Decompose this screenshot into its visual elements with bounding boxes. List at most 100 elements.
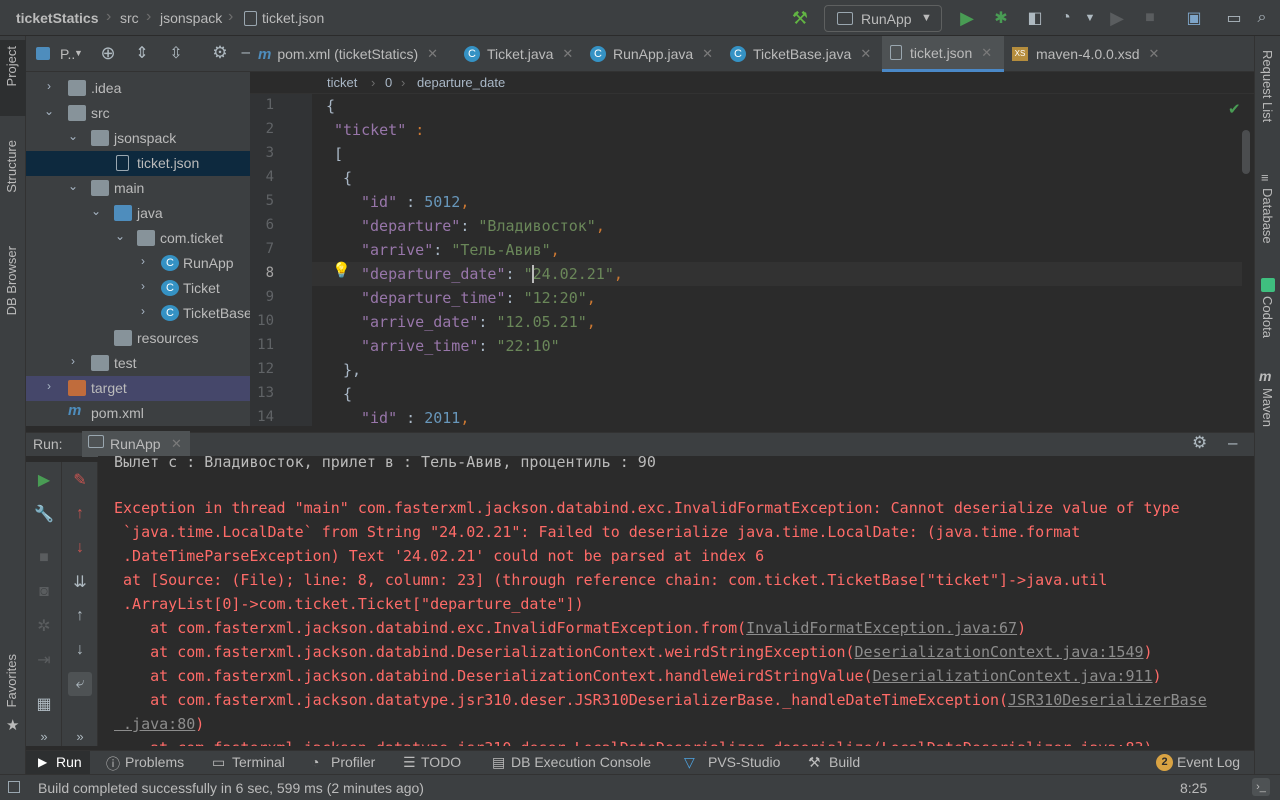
chevron-down-icon[interactable]: ⌄ (113, 229, 127, 243)
stack-link[interactable]: InvalidFormatException.java:67 (746, 619, 1017, 637)
tool-db-console[interactable]: DB Execution Console (511, 754, 651, 770)
more-icon[interactable]: » (32, 724, 56, 748)
tool-terminal[interactable]: Terminal (232, 754, 285, 770)
chevron-right-icon[interactable]: › (136, 279, 150, 293)
clear-output-icon[interactable]: ✎ (68, 468, 92, 492)
tree-item-idea[interactable]: › .idea (26, 76, 250, 101)
tool-run[interactable]: Run (56, 754, 82, 770)
close-icon[interactable]: ✕ (702, 46, 713, 62)
gear-icon[interactable]: ⚙ (1192, 433, 1207, 453)
breadcrumb-departure-date[interactable]: departure_date (417, 75, 505, 90)
tool-database[interactable]: Database (1260, 188, 1275, 244)
run-configuration-selector[interactable]: RunApp ▼ (824, 5, 942, 32)
chevron-down-icon[interactable]: ⌄ (66, 129, 80, 143)
tree-item-runapp[interactable]: › C RunApp (26, 251, 250, 276)
tab-runapp-java[interactable]: C RunApp.java ✕ (582, 36, 722, 72)
code-editor[interactable]: { "ticket" : [ { "id" : 5012, "departure… (312, 94, 1242, 426)
console-output[interactable]: Вылет с : Владивосток, прилет в : Тель-А… (98, 456, 1254, 746)
hammer-icon[interactable]: ⚒ (788, 6, 812, 30)
editor-scrollbar[interactable] (1242, 130, 1250, 174)
tool-profiler[interactable]: Profiler (331, 754, 375, 770)
close-icon[interactable]: ✕ (1149, 46, 1160, 62)
tool-maven[interactable]: Maven (1260, 388, 1275, 427)
previous-error-icon[interactable]: ↑ (68, 502, 92, 526)
collapse-all-icon[interactable]: ⇳ (164, 41, 188, 65)
tool-todo[interactable]: TODO (421, 754, 461, 770)
tree-item-com-ticket[interactable]: ⌄ com.ticket (26, 226, 250, 251)
caret-position[interactable]: 8:25 (1180, 780, 1207, 796)
tree-item-ticketbase[interactable]: › C TicketBase (26, 301, 252, 326)
stack-link[interactable]: .java:80 (114, 715, 195, 733)
tool-structure[interactable]: Structure (4, 140, 19, 193)
stack-link[interactable]: JSR310DeserializerBase (1008, 691, 1207, 709)
tool-db-browser[interactable]: DB Browser (4, 246, 19, 315)
tab-ticket-java[interactable]: C Ticket.java ✕ (456, 36, 582, 72)
nav-project[interactable]: ticketStatics (16, 10, 98, 26)
tree-item-ticket-json[interactable]: ticket.json (26, 151, 250, 176)
expand-all-icon[interactable]: ⇕ (130, 41, 154, 65)
tree-item-pom[interactable]: m pom.xml (26, 401, 250, 426)
tree-item-java[interactable]: ⌄ java (26, 201, 250, 226)
profile-icon[interactable]: ◔ (1054, 6, 1078, 30)
tree-item-main[interactable]: ⌄ main (26, 176, 250, 201)
more-icon[interactable]: » (68, 724, 92, 748)
close-icon[interactable]: ✕ (171, 436, 182, 452)
more-run-options-icon[interactable]: ▼ (1078, 6, 1102, 30)
tab-pom-xml[interactable]: m pom.xml (ticketStatics) ✕ (250, 36, 456, 72)
rerun-icon[interactable]: ▶ (32, 468, 56, 492)
debug-icon[interactable]: ✱ (989, 6, 1013, 30)
breadcrumb-ticket[interactable]: ticket (327, 75, 357, 90)
chevron-right-icon[interactable]: › (136, 304, 150, 318)
tree-item-jsonspack[interactable]: ⌄ jsonspack (26, 126, 250, 151)
nav-crumb-jsonspack[interactable]: jsonspack (160, 10, 222, 26)
tool-event-log[interactable]: Event Log (1177, 754, 1240, 770)
nav-crumb-file[interactable]: ticket.json (262, 10, 324, 26)
minimize-icon[interactable]: – (1228, 433, 1237, 453)
tool-build[interactable]: Build (829, 754, 860, 770)
chevron-right-icon[interactable]: › (66, 354, 80, 368)
search-icon[interactable]: ⌕ (1250, 6, 1274, 30)
tool-project[interactable]: Project (4, 46, 19, 86)
terminal-icon[interactable]: ›_ (1252, 778, 1270, 796)
tree-item-target[interactable]: › target (26, 376, 250, 401)
scroll-to-end-icon[interactable]: ⇊ (68, 570, 92, 594)
tab-ticket-json[interactable]: ticket.json ✕ (882, 36, 1004, 72)
run-icon[interactable]: ▶ (955, 6, 979, 30)
terminal-window-icon[interactable]: ▭ (1222, 6, 1246, 30)
project-structure-icon[interactable]: ▣ (1182, 6, 1206, 30)
stack-link[interactable]: DeserializationContext.java:1549 (855, 643, 1144, 661)
close-icon[interactable]: ✕ (860, 46, 871, 62)
gear-icon[interactable]: ⚙ (208, 41, 232, 65)
tool-pvs-studio[interactable]: PVS-Studio (708, 754, 780, 770)
chevron-right-icon[interactable]: › (42, 379, 56, 393)
up-icon[interactable]: ↑ (68, 604, 92, 628)
coverage-icon[interactable]: ◧ (1023, 6, 1047, 30)
chevron-right-icon[interactable]: › (42, 79, 56, 93)
tool-problems[interactable]: Problems (125, 754, 184, 770)
tab-maven-xsd[interactable]: XS maven-4.0.0.xsd ✕ (1004, 36, 1174, 72)
tool-codota[interactable]: Codota (1260, 296, 1275, 338)
run-tab[interactable]: RunApp ✕ (82, 431, 190, 457)
wrench-icon[interactable]: 🔧 (32, 502, 56, 526)
toggle-tool-windows-icon[interactable] (8, 781, 20, 793)
locate-file-icon[interactable]: ⊕ (96, 41, 120, 65)
close-icon[interactable]: ✕ (562, 46, 573, 62)
lightbulb-icon[interactable]: 💡 (332, 261, 351, 279)
tool-request-list[interactable]: Request List (1260, 50, 1275, 122)
chevron-right-icon[interactable]: › (136, 254, 150, 268)
tree-item-resources[interactable]: resources (26, 326, 250, 351)
close-icon[interactable]: ✕ (981, 45, 992, 61)
tree-item-ticket[interactable]: › C Ticket (26, 276, 250, 301)
layout-icon[interactable]: ▦ (32, 692, 56, 716)
close-icon[interactable]: ✕ (427, 46, 438, 62)
tool-favorites[interactable]: Favorites (4, 654, 19, 707)
soft-wrap-icon[interactable]: ⤶ (68, 672, 92, 696)
chevron-down-icon[interactable]: ⌄ (66, 179, 80, 193)
nav-crumb-src[interactable]: src (120, 10, 139, 26)
chevron-down-icon[interactable]: ⌄ (42, 104, 56, 118)
chevron-down-icon[interactable]: ⌄ (89, 204, 103, 218)
breadcrumb-index[interactable]: 0 (385, 75, 392, 90)
next-error-icon[interactable]: ↓ (68, 536, 92, 560)
stack-link[interactable]: DeserializationContext.java:911 (873, 667, 1153, 685)
down-icon[interactable]: ↓ (68, 638, 92, 662)
